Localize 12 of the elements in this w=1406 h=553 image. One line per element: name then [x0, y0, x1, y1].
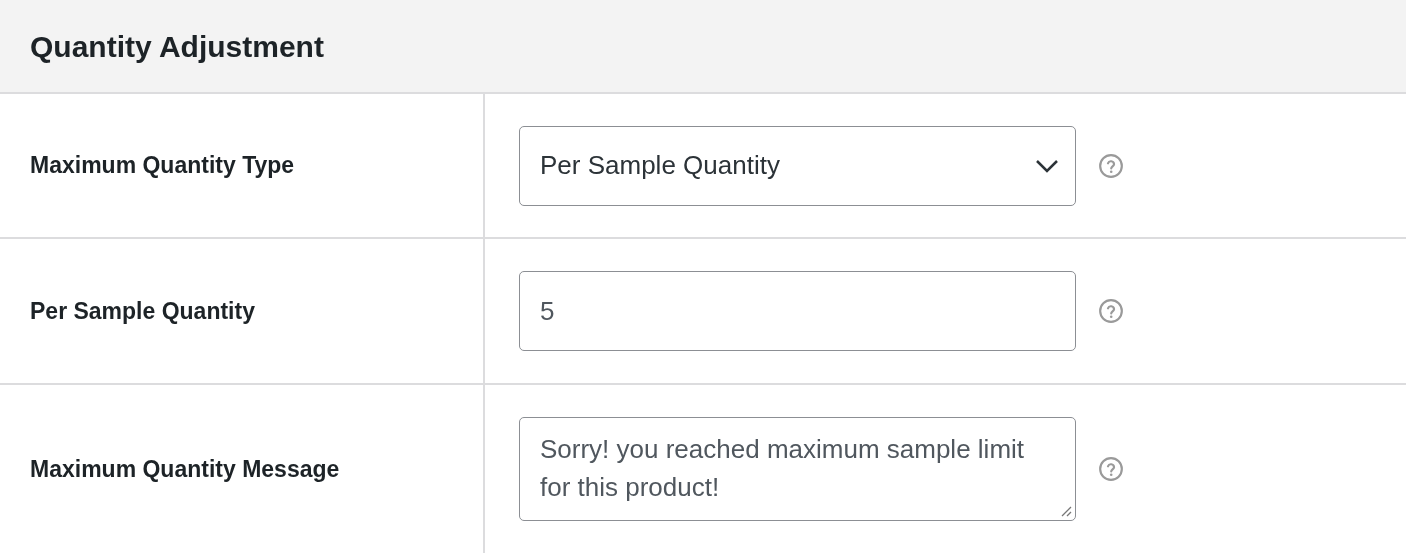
message-textarea[interactable]: Sorry! you reached maximum sample limit for this product!	[519, 417, 1076, 521]
field-label: Maximum Quantity Message	[30, 454, 340, 484]
help-icon[interactable]	[1098, 152, 1124, 179]
help-icon[interactable]	[1098, 456, 1124, 482]
resize-handle-icon[interactable]	[1060, 505, 1072, 517]
field-label: Maximum Quantity Type	[30, 151, 295, 181]
quantity-input[interactable]: 5	[519, 271, 1076, 351]
select-dropdown[interactable]: Per Sample Quantity	[519, 125, 1076, 206]
chevron-down-icon	[1035, 158, 1059, 173]
field-label: Per Sample Quantity	[30, 296, 255, 326]
section-title: Quantity Adjustment	[30, 28, 324, 65]
help-icon[interactable]	[1098, 298, 1124, 324]
